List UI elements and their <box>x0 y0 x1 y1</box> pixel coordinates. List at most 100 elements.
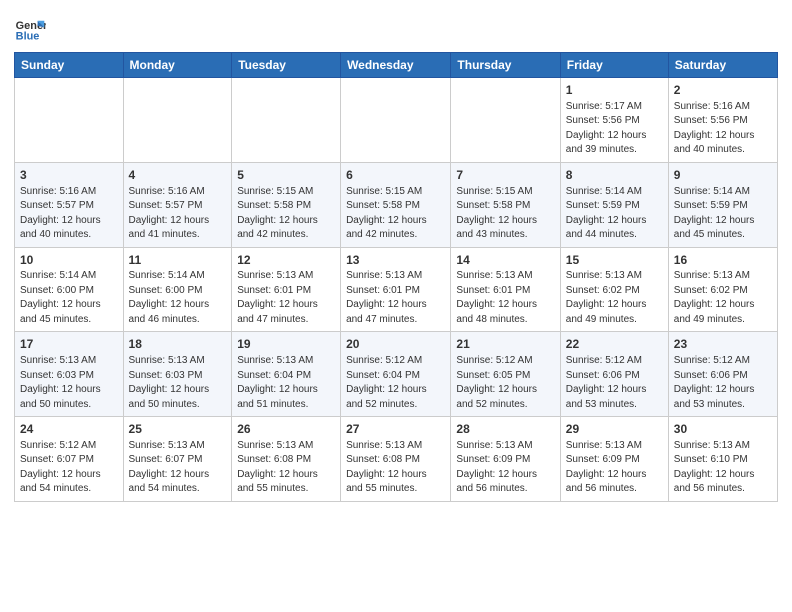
weekday-header-monday: Monday <box>123 53 232 78</box>
day-number: 10 <box>20 252 118 269</box>
calendar-cell-empty <box>451 78 560 163</box>
day-detail: Sunrise: 5:13 AMSunset: 6:01 PMDaylight:… <box>346 269 445 327</box>
day-detail: Sunrise: 5:12 AMSunset: 6:06 PMDaylight:… <box>566 354 663 412</box>
calendar-cell-30: 30Sunrise: 5:13 AMSunset: 6:10 PMDayligh… <box>668 417 777 502</box>
calendar-cell-13: 13Sunrise: 5:13 AMSunset: 6:01 PMDayligh… <box>341 247 451 332</box>
calendar-cell-9: 9Sunrise: 5:14 AMSunset: 5:59 PMDaylight… <box>668 162 777 247</box>
day-number: 12 <box>237 252 335 269</box>
calendar-week-3: 10Sunrise: 5:14 AMSunset: 6:00 PMDayligh… <box>15 247 778 332</box>
day-detail: Sunrise: 5:15 AMSunset: 5:58 PMDaylight:… <box>346 185 445 243</box>
day-number: 19 <box>237 336 335 353</box>
day-number: 1 <box>566 82 663 99</box>
calendar-cell-15: 15Sunrise: 5:13 AMSunset: 6:02 PMDayligh… <box>560 247 668 332</box>
day-detail: Sunrise: 5:13 AMSunset: 6:09 PMDaylight:… <box>566 439 663 497</box>
calendar-cell-27: 27Sunrise: 5:13 AMSunset: 6:08 PMDayligh… <box>341 417 451 502</box>
weekday-header-sunday: Sunday <box>15 53 124 78</box>
calendar-cell-8: 8Sunrise: 5:14 AMSunset: 5:59 PMDaylight… <box>560 162 668 247</box>
calendar-cell-25: 25Sunrise: 5:13 AMSunset: 6:07 PMDayligh… <box>123 417 232 502</box>
day-number: 18 <box>129 336 227 353</box>
day-number: 17 <box>20 336 118 353</box>
day-detail: Sunrise: 5:14 AMSunset: 5:59 PMDaylight:… <box>674 185 772 243</box>
day-detail: Sunrise: 5:13 AMSunset: 6:02 PMDaylight:… <box>566 269 663 327</box>
day-number: 8 <box>566 167 663 184</box>
day-number: 13 <box>346 252 445 269</box>
svg-text:Blue: Blue <box>16 30 40 42</box>
day-number: 7 <box>456 167 554 184</box>
day-detail: Sunrise: 5:13 AMSunset: 6:08 PMDaylight:… <box>237 439 335 497</box>
day-detail: Sunrise: 5:13 AMSunset: 6:08 PMDaylight:… <box>346 439 445 497</box>
calendar-cell-20: 20Sunrise: 5:12 AMSunset: 6:04 PMDayligh… <box>341 332 451 417</box>
day-detail: Sunrise: 5:16 AMSunset: 5:57 PMDaylight:… <box>20 185 118 243</box>
day-detail: Sunrise: 5:15 AMSunset: 5:58 PMDaylight:… <box>456 185 554 243</box>
calendar-cell-empty <box>123 78 232 163</box>
calendar-cell-12: 12Sunrise: 5:13 AMSunset: 6:01 PMDayligh… <box>232 247 341 332</box>
calendar-cell-3: 3Sunrise: 5:16 AMSunset: 5:57 PMDaylight… <box>15 162 124 247</box>
calendar-cell-5: 5Sunrise: 5:15 AMSunset: 5:58 PMDaylight… <box>232 162 341 247</box>
day-detail: Sunrise: 5:14 AMSunset: 6:00 PMDaylight:… <box>129 269 227 327</box>
calendar-cell-23: 23Sunrise: 5:12 AMSunset: 6:06 PMDayligh… <box>668 332 777 417</box>
calendar-cell-18: 18Sunrise: 5:13 AMSunset: 6:03 PMDayligh… <box>123 332 232 417</box>
calendar-week-4: 17 Sunrise: 5:13 AMSunset: 6:03 PMDayligh… <box>15 332 778 417</box>
calendar-cell-29: 29Sunrise: 5:13 AMSunset: 6:09 PMDayligh… <box>560 417 668 502</box>
weekday-header-friday: Friday <box>560 53 668 78</box>
day-detail: Sunrise: 5:17 AMSunset: 5:56 PMDaylight:… <box>566 100 663 158</box>
header: General Blue <box>14 10 778 46</box>
day-detail: Sunrise: 5:14 AMSunset: 5:59 PMDaylight:… <box>566 185 663 243</box>
day-detail: Sunrise: 5:12 AMSunset: 6:06 PMDaylight:… <box>674 354 772 412</box>
calendar-cell-14: 14Sunrise: 5:13 AMSunset: 6:01 PMDayligh… <box>451 247 560 332</box>
weekday-header-row: SundayMondayTuesdayWednesdayThursdayFrid… <box>15 53 778 78</box>
day-detail: Sunrise: 5:16 AMSunset: 5:57 PMDaylight:… <box>129 185 227 243</box>
day-detail: Sunrise: 5:13 AMSunset: 6:02 PMDaylight:… <box>674 269 772 327</box>
day-detail: Sunrise: 5:12 AMSunset: 6:07 PMDaylight:… <box>20 439 118 497</box>
day-number: 5 <box>237 167 335 184</box>
calendar-cell-21: 21Sunrise: 5:12 AMSunset: 6:05 PMDayligh… <box>451 332 560 417</box>
calendar-cell-24: 24Sunrise: 5:12 AMSunset: 6:07 PMDayligh… <box>15 417 124 502</box>
calendar-cell-19: 19Sunrise: 5:13 AMSunset: 6:04 PMDayligh… <box>232 332 341 417</box>
calendar-cell-empty <box>232 78 341 163</box>
calendar-cell-28: 28Sunrise: 5:13 AMSunset: 6:09 PMDayligh… <box>451 417 560 502</box>
day-detail: Sunrise: 5:15 AMSunset: 5:58 PMDaylight:… <box>237 185 335 243</box>
weekday-header-tuesday: Tuesday <box>232 53 341 78</box>
calendar-cell-26: 26Sunrise: 5:13 AMSunset: 6:08 PMDayligh… <box>232 417 341 502</box>
weekday-header-thursday: Thursday <box>451 53 560 78</box>
day-number: 11 <box>129 252 227 269</box>
day-number: 26 <box>237 421 335 438</box>
weekday-header-saturday: Saturday <box>668 53 777 78</box>
day-detail: Sunrise: 5:13 AMSunset: 6:01 PMDaylight:… <box>456 269 554 327</box>
day-detail: Sunrise: 5:13 AMSunset: 6:10 PMDaylight:… <box>674 439 772 497</box>
calendar-week-5: 24Sunrise: 5:12 AMSunset: 6:07 PMDayligh… <box>15 417 778 502</box>
day-detail: Sunrise: 5:12 AMSunset: 6:05 PMDaylight:… <box>456 354 554 412</box>
day-detail: Sunrise: 5:16 AMSunset: 5:56 PMDaylight:… <box>674 100 772 158</box>
page: General Blue SundayMondayTuesdayWednesda… <box>0 0 792 612</box>
day-detail: Sunrise: 5:13 AMSunset: 6:03 PMDaylight:… <box>129 354 227 412</box>
calendar-cell-22: 22Sunrise: 5:12 AMSunset: 6:06 PMDayligh… <box>560 332 668 417</box>
calendar-cell-11: 11Sunrise: 5:14 AMSunset: 6:00 PMDayligh… <box>123 247 232 332</box>
day-number: 14 <box>456 252 554 269</box>
calendar-cell-10: 10Sunrise: 5:14 AMSunset: 6:00 PMDayligh… <box>15 247 124 332</box>
day-detail: Sunrise: 5:13 AMSunset: 6:09 PMDaylight:… <box>456 439 554 497</box>
calendar-week-1: 1Sunrise: 5:17 AMSunset: 5:56 PMDaylight… <box>15 78 778 163</box>
day-number: 2 <box>674 82 772 99</box>
day-number: 21 <box>456 336 554 353</box>
day-detail: Sunrise: 5:13 AMSunset: 6:04 PMDaylight:… <box>237 354 335 412</box>
day-detail: Sunrise: 5:13 AMSunset: 6:07 PMDaylight:… <box>129 439 227 497</box>
day-number: 23 <box>674 336 772 353</box>
day-detail: Sunrise: 5:14 AMSunset: 6:00 PMDaylight:… <box>20 269 118 327</box>
calendar-cell-empty <box>341 78 451 163</box>
calendar-cell-2: 2Sunrise: 5:16 AMSunset: 5:56 PMDaylight… <box>668 78 777 163</box>
calendar-cell-1: 1Sunrise: 5:17 AMSunset: 5:56 PMDaylight… <box>560 78 668 163</box>
calendar-table: SundayMondayTuesdayWednesdayThursdayFrid… <box>14 52 778 502</box>
logo-icon: General Blue <box>14 14 46 46</box>
day-number: 27 <box>346 421 445 438</box>
day-number: 3 <box>20 167 118 184</box>
day-number: 22 <box>566 336 663 353</box>
day-number: 4 <box>129 167 227 184</box>
calendar-week-2: 3Sunrise: 5:16 AMSunset: 5:57 PMDaylight… <box>15 162 778 247</box>
day-number: 25 <box>129 421 227 438</box>
day-number: 16 <box>674 252 772 269</box>
day-number: 15 <box>566 252 663 269</box>
logo: General Blue <box>14 14 50 46</box>
day-number: 6 <box>346 167 445 184</box>
calendar-cell-4: 4Sunrise: 5:16 AMSunset: 5:57 PMDaylight… <box>123 162 232 247</box>
day-number: 28 <box>456 421 554 438</box>
